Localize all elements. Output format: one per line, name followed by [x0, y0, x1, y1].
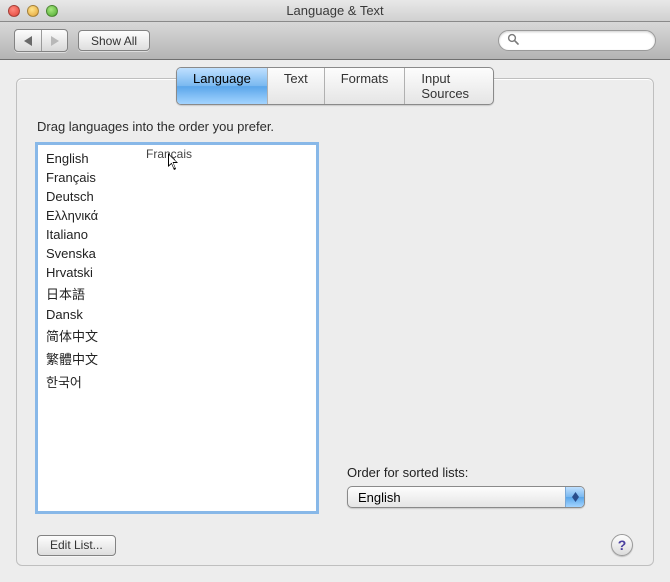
- list-item[interactable]: Hrvatski: [46, 263, 308, 282]
- tab-input-sources[interactable]: Input Sources: [404, 68, 493, 104]
- sort-label: Order for sorted lists:: [347, 465, 633, 480]
- back-button[interactable]: [15, 30, 41, 51]
- close-button[interactable]: [8, 5, 20, 17]
- list-item[interactable]: Svenska: [46, 244, 308, 263]
- search-field[interactable]: [498, 30, 656, 51]
- instruction-text: Drag languages into the order you prefer…: [37, 119, 633, 134]
- list-item[interactable]: 繁體中文: [46, 347, 308, 370]
- tab-text[interactable]: Text: [267, 68, 324, 104]
- tabs: Language Text Formats Input Sources: [176, 67, 494, 105]
- toolbar: Show All: [0, 22, 670, 60]
- right-column: Order for sorted lists: English: [347, 144, 633, 512]
- language-list[interactable]: English Français Deutsch Ελληνικά Italia…: [37, 144, 317, 512]
- traffic-lights: [0, 5, 58, 17]
- drag-ghost-label: Français: [146, 147, 192, 161]
- zoom-button[interactable]: [46, 5, 58, 17]
- tab-language[interactable]: Language: [177, 68, 267, 104]
- minimize-button[interactable]: [27, 5, 39, 17]
- list-item[interactable]: Ελληνικά: [46, 206, 308, 225]
- window-title: Language & Text: [0, 3, 670, 18]
- edit-list-button[interactable]: Edit List...: [37, 535, 116, 556]
- help-icon: ?: [618, 537, 627, 553]
- sort-order-popup[interactable]: English: [347, 486, 585, 508]
- list-item[interactable]: 日本語: [46, 282, 308, 305]
- search-icon: [507, 33, 519, 48]
- nav-segmented: [14, 29, 68, 52]
- help-button[interactable]: ?: [611, 534, 633, 556]
- stepper-arrows-icon: [565, 487, 584, 507]
- list-item[interactable]: Dansk: [46, 305, 308, 324]
- tab-formats[interactable]: Formats: [324, 68, 405, 104]
- content-area: Language Text Formats Input Sources Drag…: [0, 60, 670, 582]
- panel: Language Text Formats Input Sources Drag…: [16, 78, 654, 566]
- triangle-left-icon: [24, 36, 33, 46]
- forward-button[interactable]: [41, 30, 67, 51]
- triangle-right-icon: [50, 36, 59, 46]
- search-input[interactable]: [523, 33, 647, 49]
- show-all-button[interactable]: Show All: [78, 30, 150, 51]
- list-item[interactable]: Italiano: [46, 225, 308, 244]
- list-item[interactable]: 简体中文: [46, 324, 308, 347]
- list-item[interactable]: Français: [46, 168, 308, 187]
- list-item[interactable]: 한국어: [46, 370, 308, 393]
- list-item[interactable]: Deutsch: [46, 187, 308, 206]
- titlebar: Language & Text: [0, 0, 670, 22]
- sort-order-value: English: [358, 490, 565, 505]
